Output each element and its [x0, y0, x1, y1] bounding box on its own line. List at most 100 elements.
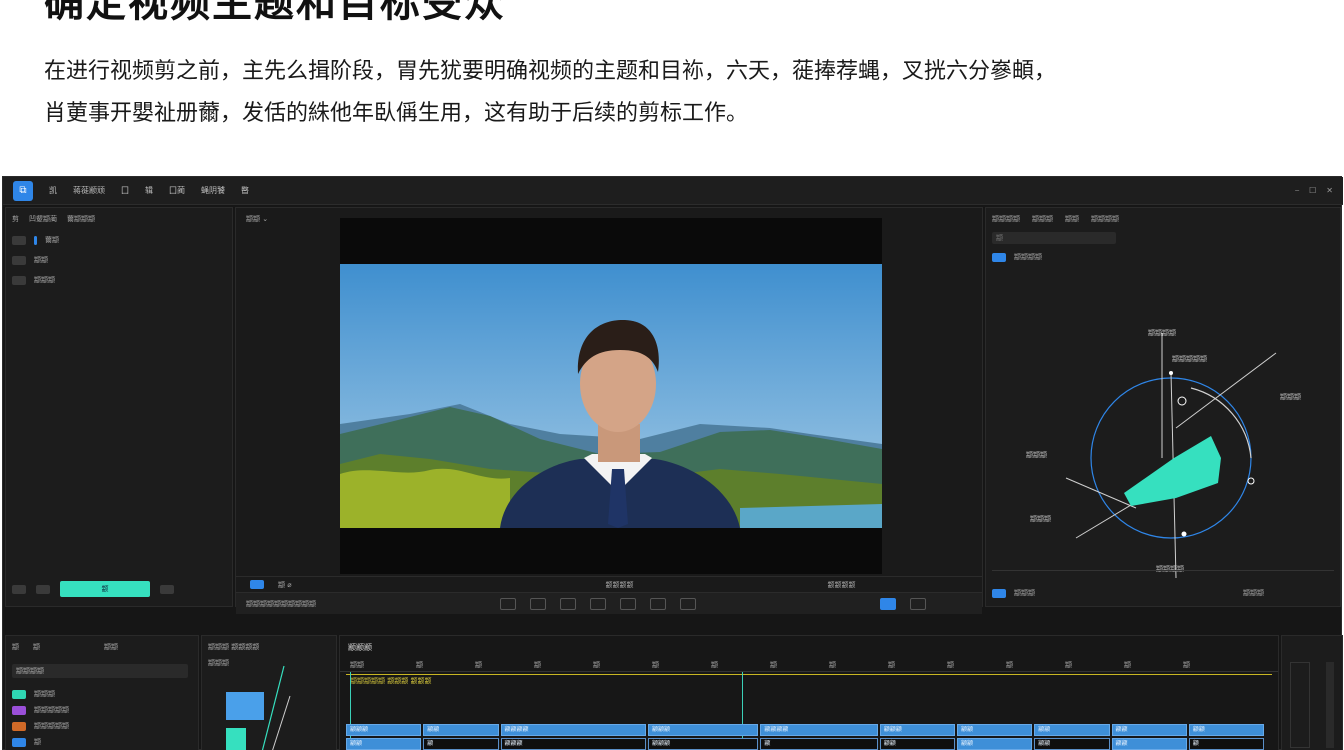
transport-label: 颛颛颛颛颛颛颛颛颛颛 [246, 599, 316, 608]
ruler-tick: 颛 [534, 660, 541, 669]
tool-icon[interactable] [12, 584, 26, 594]
timeline-clip[interactable]: 颛颛颛 [500, 738, 646, 750]
scope-search-input[interactable] [992, 232, 1116, 244]
ruler-tick: 颛 [416, 660, 423, 669]
tool-icon[interactable] [36, 584, 50, 594]
marker-line [346, 674, 1272, 675]
timeline-clip[interactable]: 颛颛 [1111, 738, 1187, 750]
transport-bar: 颛颛颛颛颛颛颛颛颛颛 [236, 592, 982, 614]
tab[interactable]: 颛 [33, 642, 40, 652]
menu-item[interactable]: 蝇阴饕 [201, 185, 225, 196]
mark-in-button[interactable] [500, 597, 516, 610]
article-heading: 确定视频主题和目标受众 [44, 0, 506, 26]
motion-curve [261, 665, 291, 750]
ruler-tick: 颛 [711, 660, 718, 669]
video-frame [340, 264, 882, 528]
timeline-clip[interactable]: 颛颛 [423, 724, 499, 736]
maximize-icon[interactable]: ☐ [1309, 186, 1316, 196]
scope-label: 颛颛颛颛 [1148, 329, 1176, 337]
tab[interactable]: 薾颛颛颛 [67, 214, 95, 224]
color-scope-panel: 颛颛颛颛 颛颛颛 颛颛 颛颛颛颛 颛颛颛颛 颛颛颛颛 颛颛颛颛颛 颛颛颛 颛颛颛… [985, 207, 1341, 607]
effects-dropdown[interactable]: 颛颛颛颛 [12, 664, 188, 678]
timeline-clip[interactable]: 颛颛 [957, 724, 1033, 736]
text-button[interactable] [590, 597, 606, 610]
tool-icon[interactable] [160, 584, 174, 594]
timeline-clip[interactable]: 颛 [1188, 738, 1265, 750]
timeline-clip[interactable]: 颛颛 [1034, 724, 1110, 736]
timeline-clip[interactable]: 颛颛 [346, 738, 422, 750]
media-row[interactable]: 颛颛颛 [12, 272, 226, 288]
menu-item[interactable]: 辑 [145, 185, 153, 196]
scope-footer-label: 颛颛颛 [1243, 589, 1264, 597]
timeline-clip[interactable]: 颛颛 [1188, 724, 1265, 736]
timeline-clip[interactable]: 颛颛 [1111, 724, 1187, 736]
program-monitor[interactable] [340, 218, 882, 574]
viewer-panel: 颛颛 ⌄ 颛 ⌀ 颛颛颛颛 颛颛颛颛 颛颛颛颛颛颛颛颛颛颛 [235, 207, 983, 614]
effect-label: 颛 [34, 738, 41, 746]
scope-section-title: 颛颛颛颛 [1014, 253, 1042, 261]
timeline-clip[interactable]: 颛颛颛 [648, 738, 759, 750]
overlay-button[interactable] [880, 597, 896, 610]
in-point-icon[interactable] [250, 580, 264, 589]
effect-item[interactable]: 颛颛颛 [12, 686, 192, 702]
app-logo-icon[interactable]: ⧉ [13, 180, 33, 201]
scope-icon [992, 252, 1006, 262]
tab[interactable]: 颛颛 [104, 642, 118, 652]
timeline-clip[interactable]: 颛 [760, 738, 878, 750]
tab[interactable]: 颛颛 [1065, 214, 1079, 224]
timeline-clip[interactable]: 颛颛颛 [648, 724, 759, 736]
scope-footer-label: 颛颛颛 [1014, 589, 1035, 597]
import-button[interactable]: 颛 [60, 581, 150, 597]
menu-item[interactable]: 凯 [49, 185, 57, 196]
step-button[interactable] [530, 597, 546, 610]
timeline-clip[interactable]: 颛颛 [1034, 738, 1110, 750]
menu-item[interactable]: 囗蔺 [169, 185, 185, 196]
tab[interactable]: 颛 [12, 642, 19, 652]
article-line-2: 肖莄事开嬰祉册薾，发佸的絑他年臥偁生用，这有助于后续的剪标工作。 [44, 101, 749, 126]
viewer-ruler-label: 颛颛颛颛 [605, 580, 634, 589]
tab[interactable]: 颛颛颛颛 [1091, 214, 1119, 224]
timeline-ruler[interactable]: 颛颛 颛 颛 颛 颛 颛 颛 颛 颛 颛 颛 颛 颛 颛 颛 [340, 658, 1278, 672]
export-button[interactable] [680, 597, 696, 610]
tab[interactable]: 凹颦颛蔺 [29, 214, 57, 224]
viewer-scrub-bar[interactable]: 颛 ⌀ 颛颛颛颛 颛颛颛颛 [236, 576, 982, 592]
effects-tabs: 颛 颛 颛颛 [12, 642, 118, 652]
tab[interactable]: 颛颛颛颛 [992, 214, 1020, 224]
media-row-label: 颛颛 [34, 256, 48, 264]
scope-scrub-bar[interactable] [992, 570, 1334, 582]
timeline-clip[interactable]: 颛颛颛 [879, 724, 956, 736]
minimize-icon[interactable]: ⎯ [1295, 186, 1299, 196]
effect-item[interactable]: 颛颛颛颛颛 [12, 702, 192, 718]
menu-item[interactable]: 囗 [121, 185, 129, 196]
menu-item[interactable]: 暋 [241, 185, 249, 196]
crop-button[interactable] [650, 597, 666, 610]
media-row-label: 薾颛 [45, 236, 59, 244]
tab[interactable]: 剪 [12, 214, 19, 224]
timeline-clip[interactable]: 颛颛颛颛 [500, 724, 646, 736]
close-icon[interactable]: ✕ [1326, 186, 1333, 196]
effect-item[interactable]: 颛颛颛颛颛 [12, 718, 192, 734]
audio-meter-panel [1281, 635, 1343, 750]
audio-meter [1290, 662, 1310, 748]
video-frame-image [340, 264, 882, 528]
timeline-clip[interactable]: 颛颛 [879, 738, 956, 750]
tab[interactable]: 颛颛颛 [1032, 214, 1053, 224]
scope-toggle-icon[interactable] [992, 588, 1006, 598]
timeline-clip[interactable]: 颛颛颛 [346, 724, 422, 736]
timeline-clip[interactable]: 颛 [423, 738, 499, 750]
viewer-label[interactable]: 颛颛 ⌄ [246, 214, 268, 224]
settings-button[interactable] [910, 597, 926, 610]
timeline-clip[interactable]: 颛颛颛颛 [760, 724, 878, 736]
window-controls: ⎯ ☐ ✕ [1295, 186, 1333, 196]
effect-item[interactable]: 颛 [12, 734, 192, 750]
menu-item[interactable]: 蒋蓰颛顽 [73, 185, 105, 196]
video-editor-window: ⧉ 凯 蒋蓰颛顽 囗 辑 囗蔺 蝇阴饕 暋 ⎯ ☐ ✕ 剪 凹颦颛蔺 薾颛颛颛 … [2, 176, 1343, 750]
media-row[interactable]: 颛颛 [12, 252, 226, 268]
ruler-tick: 颛 [1183, 660, 1190, 669]
fit-button[interactable] [560, 597, 576, 610]
audio-fader[interactable] [1326, 662, 1334, 748]
timeline-clip[interactable]: 颛颛 [957, 738, 1033, 750]
scope-footer: 颛颛颛 颛颛颛 [992, 588, 1264, 598]
image-button[interactable] [620, 597, 636, 610]
media-row[interactable]: 薾颛 [12, 232, 226, 248]
